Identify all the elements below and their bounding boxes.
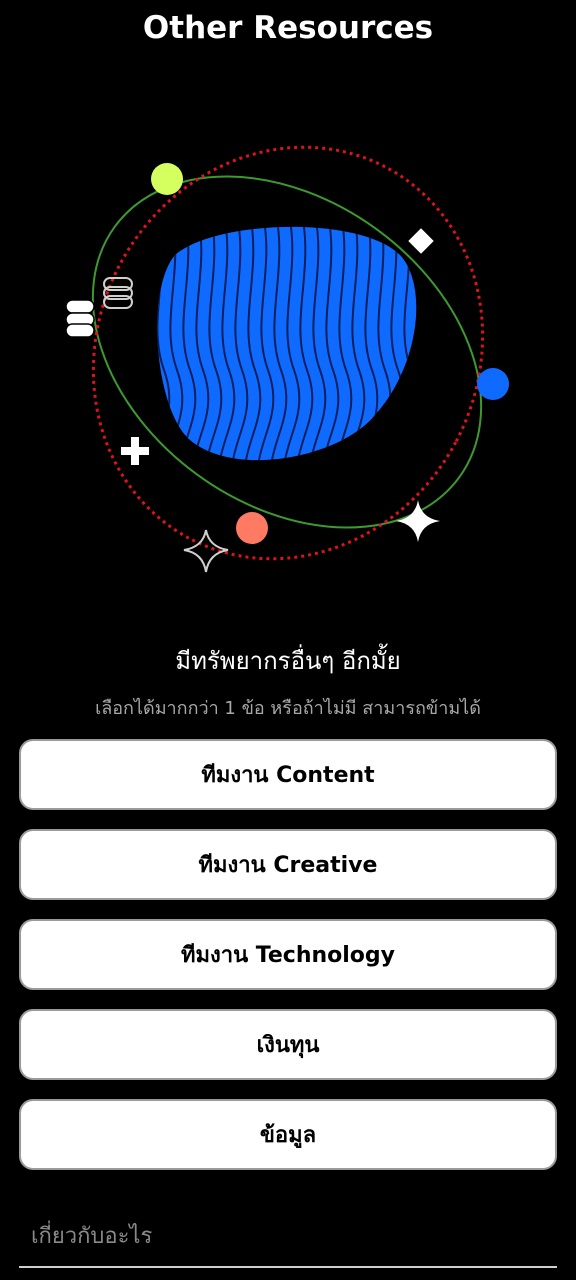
option-content-team-button[interactable]: ทีมงาน Content [19, 739, 557, 810]
diamond-icon [408, 228, 434, 254]
stack-filled-icon [65, 299, 95, 338]
question-hint: เลือกได้มากกว่า 1 ข้อ หรือถ้าไม่มี สามาร… [95, 698, 481, 719]
orbit-illustration [65, 145, 509, 573]
question-title: มีทรัพยากรอื่นๆ อีกมั้ย [175, 647, 401, 675]
planet-icon [157, 226, 417, 461]
lime-dot-icon [151, 163, 183, 195]
plus-icon [121, 437, 149, 465]
option-technology-team-button[interactable]: ทีมงาน Technology [19, 919, 557, 990]
sparkle-filled-icon [396, 500, 440, 542]
sparkle-outline-icon [183, 529, 229, 573]
blue-dot-icon [477, 368, 509, 400]
option-data-button[interactable]: ข้อมูล [19, 1099, 557, 1170]
option-creative-team-button[interactable]: ทีมงาน Creative [19, 829, 557, 900]
page-title: Other Resources [142, 10, 434, 46]
topic-input[interactable] [19, 1208, 557, 1264]
topic-field [19, 1206, 557, 1268]
options-list: ทีมงาน Content ทีมงาน Creative ทีมงาน Te… [19, 739, 557, 1189]
option-funding-button[interactable]: เงินทุน [19, 1009, 557, 1080]
coral-dot-icon [236, 512, 268, 544]
